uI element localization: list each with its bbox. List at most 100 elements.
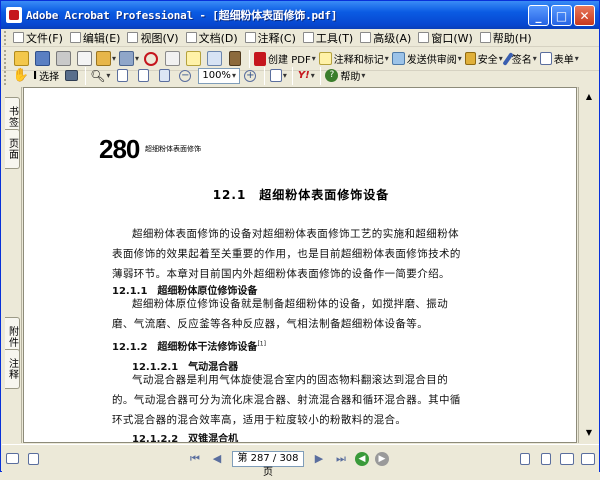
fit-width-icon bbox=[158, 69, 170, 82]
view-menu-icon bbox=[127, 32, 139, 43]
next-page-icon[interactable]: ▶ bbox=[311, 451, 327, 467]
next-view-icon[interactable]: ▶ bbox=[375, 451, 389, 466]
menubar-grip[interactable] bbox=[4, 30, 8, 45]
menu-edit[interactable]: 编辑(E) bbox=[68, 29, 126, 47]
zoom-in-tool-button[interactable]: 🔍︎ bbox=[89, 66, 111, 86]
menu-help[interactable]: 帮助(H) bbox=[478, 29, 537, 47]
panel-toggle-icon bbox=[5, 453, 19, 464]
yahoo-logo-icon: Y! bbox=[297, 70, 310, 81]
menu-comment[interactable]: 注释(C) bbox=[243, 29, 301, 47]
continuous-button[interactable] bbox=[536, 449, 556, 469]
text-line: 超细粉体表面修饰的设备对超细粉体表面修饰工艺的实施和超细粉体 bbox=[132, 228, 459, 240]
toggle-nav-panel-button[interactable] bbox=[2, 449, 22, 469]
yahoo-search-button[interactable]: Y! bbox=[296, 66, 316, 86]
scroll-up-icon[interactable]: ▲ bbox=[582, 89, 596, 103]
zoom-in-button[interactable]: + bbox=[240, 66, 260, 86]
toolbar-navigation: ✋ I选择 🔍︎ − 100% + Y! ?帮助 bbox=[2, 64, 599, 88]
pdf-page: 280 超细粉体表面修饰 12.1 超细粉体表面修饰设备 超细粉体表面修饰的设备… bbox=[24, 88, 576, 443]
citation-ref: [1] bbox=[257, 340, 266, 348]
continuous-icon bbox=[541, 452, 551, 465]
text-line: 薄弱环节。本章对目前国内外超细粉体表面修饰的设备作一简要介绍。 bbox=[112, 268, 450, 280]
app-window: Adobe Acrobat Professional - [超细粉体表面修饰.p… bbox=[0, 0, 600, 478]
window-title: Adobe Acrobat Professional - [超细粉体表面修饰.p… bbox=[26, 9, 338, 22]
actual-size-button[interactable] bbox=[112, 66, 132, 86]
edit-menu-icon bbox=[69, 32, 81, 43]
zoom-level-field[interactable]: 100% bbox=[198, 67, 241, 84]
vertical-scrollbar[interactable]: ▲ ▼ bbox=[578, 87, 599, 443]
help-button[interactable]: ? 帮助 bbox=[324, 66, 366, 86]
tools-menu-icon bbox=[302, 32, 314, 43]
fit-page-button[interactable] bbox=[133, 66, 153, 86]
page-layout-button[interactable] bbox=[23, 449, 43, 469]
section-heading: 12.1.2 超细粉体干法修饰设备[1] bbox=[112, 338, 266, 353]
section-paragraph: 超细粉体原位修饰设备就是制备超细粉体的设备，如搅拌磨、振动 磨、气流磨、反应釜等… bbox=[112, 294, 510, 334]
pages-tab[interactable]: 页面 bbox=[5, 129, 20, 169]
menu-file[interactable]: 文件(F) bbox=[11, 29, 68, 47]
hand-icon: ✋ bbox=[12, 68, 30, 83]
snapshot-button[interactable] bbox=[61, 66, 81, 86]
text-line: 气动混合器是利用气体旋使混合室内的固态物料翻滚达到混合目的 bbox=[132, 374, 449, 386]
fit-page-icon bbox=[137, 69, 149, 82]
section-title: 12.1.2 超细粉体干法修饰设备 bbox=[112, 342, 258, 353]
menu-bar: 文件(F) 编辑(E) 视图(V) 文档(D) 注释(C) 工具(T) 高级(A… bbox=[2, 29, 599, 47]
toolbar-separator bbox=[292, 66, 294, 85]
intro-paragraph: 超细粉体表面修饰的设备对超细粉体表面修饰工艺的实施和超细粉体 表面修饰的效果起着… bbox=[112, 224, 510, 284]
comment-menu-icon bbox=[244, 32, 256, 43]
facing-icon bbox=[560, 452, 574, 465]
menu-view[interactable]: 视图(V) bbox=[125, 29, 183, 47]
previous-view-icon[interactable]: ◀ bbox=[355, 451, 369, 466]
last-page-icon[interactable]: ⏭ bbox=[333, 451, 349, 467]
menu-advanced[interactable]: 高级(A) bbox=[358, 29, 416, 47]
chapter-title: 12.1 超细粉体表面修饰设备 bbox=[212, 188, 390, 202]
zoom-out-button[interactable]: − bbox=[175, 66, 195, 86]
text-line: 磨、气流磨、反应釜等各种反应器，气相法制备超细粉体设备等。 bbox=[112, 318, 429, 330]
minimize-button[interactable]: _ bbox=[528, 5, 549, 26]
continuous-facing-icon bbox=[581, 452, 595, 465]
document-menu-icon bbox=[185, 32, 197, 43]
text-line: 表面修饰的效果起着至关重要的作用，也是目前超细粉体表面修饰技术的 bbox=[112, 248, 461, 260]
document-view[interactable]: 280 超细粉体表面修饰 12.1 超细粉体表面修饰设备 超细粉体表面修饰的设备… bbox=[23, 87, 577, 443]
subsection-paragraph: 气动混合器是利用气体旋使混合室内的固态物料翻滚达到混合目的 的。气动混合器可分为… bbox=[112, 370, 510, 430]
file-menu-icon bbox=[13, 32, 24, 43]
rotate-page-icon bbox=[269, 69, 282, 82]
text-line: 超细粉体原位修饰设备就是制备超细粉体的设备，如搅拌磨、振动 bbox=[132, 298, 449, 310]
magnifier-icon: 🔍︎ bbox=[90, 68, 106, 83]
text-cursor-icon: I bbox=[33, 69, 38, 82]
toolbar-grip[interactable] bbox=[4, 66, 8, 85]
actual-size-icon bbox=[116, 69, 128, 82]
facing-button[interactable] bbox=[557, 449, 577, 469]
subsection-heading: 12.1.2.2 双锥混合机 bbox=[132, 434, 239, 443]
single-page-icon bbox=[520, 452, 530, 465]
status-bar: ⏮ ◀ 第 287 / 308 页 ▶ ⏭ ◀ ▶ bbox=[2, 444, 599, 478]
title-bar[interactable]: Adobe Acrobat Professional - [超细粉体表面修饰.p… bbox=[1, 1, 599, 29]
fit-width-button[interactable] bbox=[154, 66, 174, 86]
advanced-menu-icon bbox=[360, 32, 372, 43]
text-line: 的。气动混合器可分为流化床混合器、射流混合器和循环混合器。其中循 bbox=[112, 394, 461, 406]
page-layout-icon bbox=[27, 452, 39, 465]
help-icon: ? bbox=[325, 69, 339, 82]
first-page-icon[interactable]: ⏮ bbox=[187, 451, 203, 467]
toolbar-separator bbox=[320, 66, 322, 85]
maximize-button[interactable]: □ bbox=[551, 5, 572, 26]
page-number: 280 bbox=[99, 134, 140, 164]
continuous-facing-button[interactable] bbox=[578, 449, 598, 469]
menu-document[interactable]: 文档(D) bbox=[184, 29, 243, 47]
zoom-in-icon: + bbox=[244, 69, 257, 82]
previous-page-icon[interactable]: ◀ bbox=[209, 451, 225, 467]
zoom-out-icon: − bbox=[179, 69, 192, 82]
text-line: 环式混合器的混合效率高，适用于粒度较小的粉散料的混合。 bbox=[112, 414, 407, 426]
toolbar-separator bbox=[264, 66, 266, 85]
page-number-field[interactable]: 第 287 / 308 页 bbox=[232, 450, 304, 478]
comments-tab[interactable]: 注释 bbox=[5, 349, 20, 389]
single-page-button[interactable] bbox=[515, 449, 535, 469]
running-head: 超细粉体表面修饰 bbox=[145, 145, 201, 153]
navigation-panel: 书签 页面 附件 注释 bbox=[2, 87, 22, 443]
menu-tools[interactable]: 工具(T) bbox=[301, 29, 358, 47]
close-button[interactable]: ✕ bbox=[574, 5, 595, 26]
select-tool-button[interactable]: I 选择 bbox=[32, 66, 60, 86]
menu-window[interactable]: 窗口(W) bbox=[416, 29, 477, 47]
rotate-view-button[interactable] bbox=[268, 66, 288, 86]
hand-tool-button[interactable]: ✋ bbox=[11, 66, 31, 86]
scroll-down-icon[interactable]: ▼ bbox=[582, 425, 596, 439]
toolbar-separator bbox=[85, 66, 87, 85]
